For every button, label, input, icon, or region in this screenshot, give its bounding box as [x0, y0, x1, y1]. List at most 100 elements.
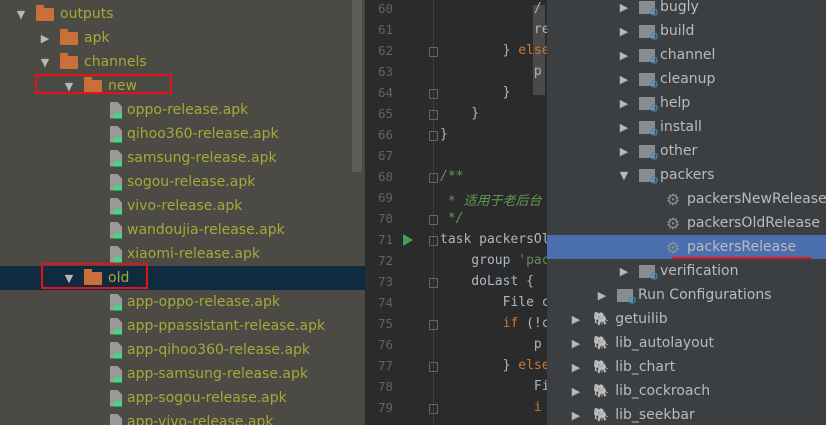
android-apk-icon: [110, 101, 122, 119]
expanded-arrow-icon[interactable]: ▼: [38, 56, 52, 69]
fold-marker-icon[interactable]: [429, 47, 438, 57]
expanded-arrow-icon[interactable]: ▼: [617, 169, 631, 182]
task-node[interactable]: ⚙ packersOldRelease: [547, 211, 826, 235]
fold-marker-icon[interactable]: [429, 236, 438, 246]
node-label: build: [660, 23, 695, 39]
fold-marker-icon[interactable]: [429, 215, 438, 225]
android-apk-icon: [110, 173, 122, 191]
module-node[interactable]: ▶ 🐘 lib_autolayout: [547, 331, 826, 355]
collapsed-arrow-icon[interactable]: ▶: [617, 25, 631, 38]
gear-icon: ⚙: [665, 213, 681, 233]
line-number: 78: [377, 379, 393, 394]
fold-marker-icon[interactable]: [429, 320, 438, 330]
group-node[interactable]: ▶ install: [547, 115, 826, 139]
folder-node[interactable]: ▼ outputs: [0, 2, 365, 26]
code-editor[interactable]: 60 / 61 re 62 } else 63 p 64 } 65 } 66} 67 68 /**…: [365, 0, 547, 425]
node-label: app-samsung-release.apk: [127, 366, 308, 382]
fold-marker-icon[interactable]: [429, 131, 438, 141]
project-tree-scrollbar[interactable]: [352, 0, 362, 172]
project-tree-panel: ▼ outputs ▶ apk ▼ channels ▼ new oppo-release.ap…: [0, 0, 365, 425]
collapsed-arrow-icon[interactable]: ▶: [617, 1, 631, 14]
fold-marker-icon[interactable]: [429, 278, 438, 288]
file-node[interactable]: oppo-release.apk: [0, 98, 365, 122]
node-label: qihoo360-release.apk: [127, 126, 279, 142]
node-label: app-sogou-release.apk: [127, 390, 287, 406]
file-node[interactable]: app-vivo-release.apk: [0, 410, 365, 425]
module-node[interactable]: ▶ 🐘 getuilib: [547, 307, 826, 331]
file-node[interactable]: app-qihoo360-release.apk: [0, 338, 365, 362]
folder-icon: [60, 52, 78, 69]
code-line: } else: [440, 358, 547, 373]
code-line: i: [533, 400, 542, 415]
collapsed-arrow-icon[interactable]: ▶: [569, 409, 583, 422]
group-node[interactable]: ▶ Run Configurations: [547, 283, 826, 307]
node-label: app-qihoo360-release.apk: [127, 342, 311, 358]
fold-marker-icon[interactable]: [429, 110, 438, 120]
expanded-arrow-icon[interactable]: ▼: [14, 8, 28, 21]
module-node[interactable]: ▶ 🐘 lib_seekbar: [547, 403, 826, 425]
collapsed-arrow-icon[interactable]: ▶: [38, 32, 52, 45]
collapsed-arrow-icon[interactable]: ▶: [569, 385, 583, 398]
group-node[interactable]: ▶ verification: [547, 259, 826, 283]
line-number: 69: [377, 190, 393, 205]
collapsed-arrow-icon[interactable]: ▶: [569, 361, 583, 374]
file-node[interactable]: samsung-release.apk: [0, 146, 365, 170]
group-node[interactable]: ▶ help: [547, 91, 826, 115]
group-node[interactable]: ▶ build: [547, 19, 826, 43]
collapsed-arrow-icon[interactable]: ▶: [569, 337, 583, 350]
run-gutter-icon[interactable]: [403, 234, 413, 246]
file-node[interactable]: wandoujia-release.apk: [0, 218, 365, 242]
collapsed-arrow-icon[interactable]: ▶: [595, 289, 609, 302]
collapsed-arrow-icon[interactable]: ▶: [569, 313, 583, 326]
fold-marker-icon[interactable]: [429, 362, 438, 372]
gradle-task-folder-icon: [639, 0, 659, 19]
node-label: sogou-release.apk: [127, 174, 256, 190]
highlight-box: [41, 263, 148, 289]
folder-node[interactable]: ▶ apk: [0, 26, 365, 50]
fold-marker-icon[interactable]: [429, 89, 438, 99]
collapsed-arrow-icon[interactable]: ▶: [617, 73, 631, 86]
code-line: }: [440, 85, 511, 100]
group-node[interactable]: ▼ packers: [547, 163, 826, 187]
group-node[interactable]: ▶ bugly: [547, 0, 826, 19]
group-node[interactable]: ▶ channel: [547, 43, 826, 67]
file-node[interactable]: app-samsung-release.apk: [0, 362, 365, 386]
task-node[interactable]: ⚙ packersRelease: [547, 235, 826, 259]
code-line: task packersOl: [440, 232, 547, 247]
line-number: 75: [377, 316, 393, 331]
android-apk-icon: [110, 125, 122, 143]
file-node[interactable]: app-oppo-release.apk: [0, 290, 365, 314]
file-node[interactable]: app-ppassistant-release.apk: [0, 314, 365, 338]
node-label: lib_autolayout: [615, 335, 715, 351]
task-node[interactable]: ⚙ packersNewRelease: [547, 187, 826, 211]
collapsed-arrow-icon[interactable]: ▶: [617, 97, 631, 110]
code-line: group 'pac: [440, 253, 547, 268]
gradle-task-folder-icon: [639, 264, 659, 283]
node-label: vivo-release.apk: [127, 198, 243, 214]
group-node[interactable]: ▶ cleanup: [547, 67, 826, 91]
collapsed-arrow-icon[interactable]: ▶: [617, 49, 631, 62]
android-apk-icon: [110, 413, 122, 425]
fold-marker-icon[interactable]: [429, 404, 438, 414]
file-node[interactable]: vivo-release.apk: [0, 194, 365, 218]
folder-node[interactable]: ▼ channels: [0, 50, 365, 74]
module-node[interactable]: ▶ 🐘 lib_cockroach: [547, 379, 826, 403]
module-node[interactable]: ▶ 🐘 lib_chart: [547, 355, 826, 379]
node-label: oppo-release.apk: [127, 102, 249, 118]
gradle-task-folder-icon: [639, 144, 659, 163]
fold-marker-icon[interactable]: [429, 173, 438, 183]
code-line: re: [440, 22, 547, 37]
code-line: /**: [440, 169, 464, 184]
collapsed-arrow-icon[interactable]: ▶: [617, 145, 631, 158]
node-label: packers: [660, 167, 715, 183]
file-node[interactable]: app-sogou-release.apk: [0, 386, 365, 410]
group-node[interactable]: ▶ other: [547, 139, 826, 163]
file-node[interactable]: qihoo360-release.apk: [0, 122, 365, 146]
collapsed-arrow-icon[interactable]: ▶: [617, 265, 631, 278]
android-apk-icon: [110, 317, 122, 335]
node-label: samsung-release.apk: [127, 150, 277, 166]
collapsed-arrow-icon[interactable]: ▶: [617, 121, 631, 134]
line-number: 77: [377, 358, 393, 373]
file-node[interactable]: sogou-release.apk: [0, 170, 365, 194]
code-line: }: [440, 127, 448, 142]
